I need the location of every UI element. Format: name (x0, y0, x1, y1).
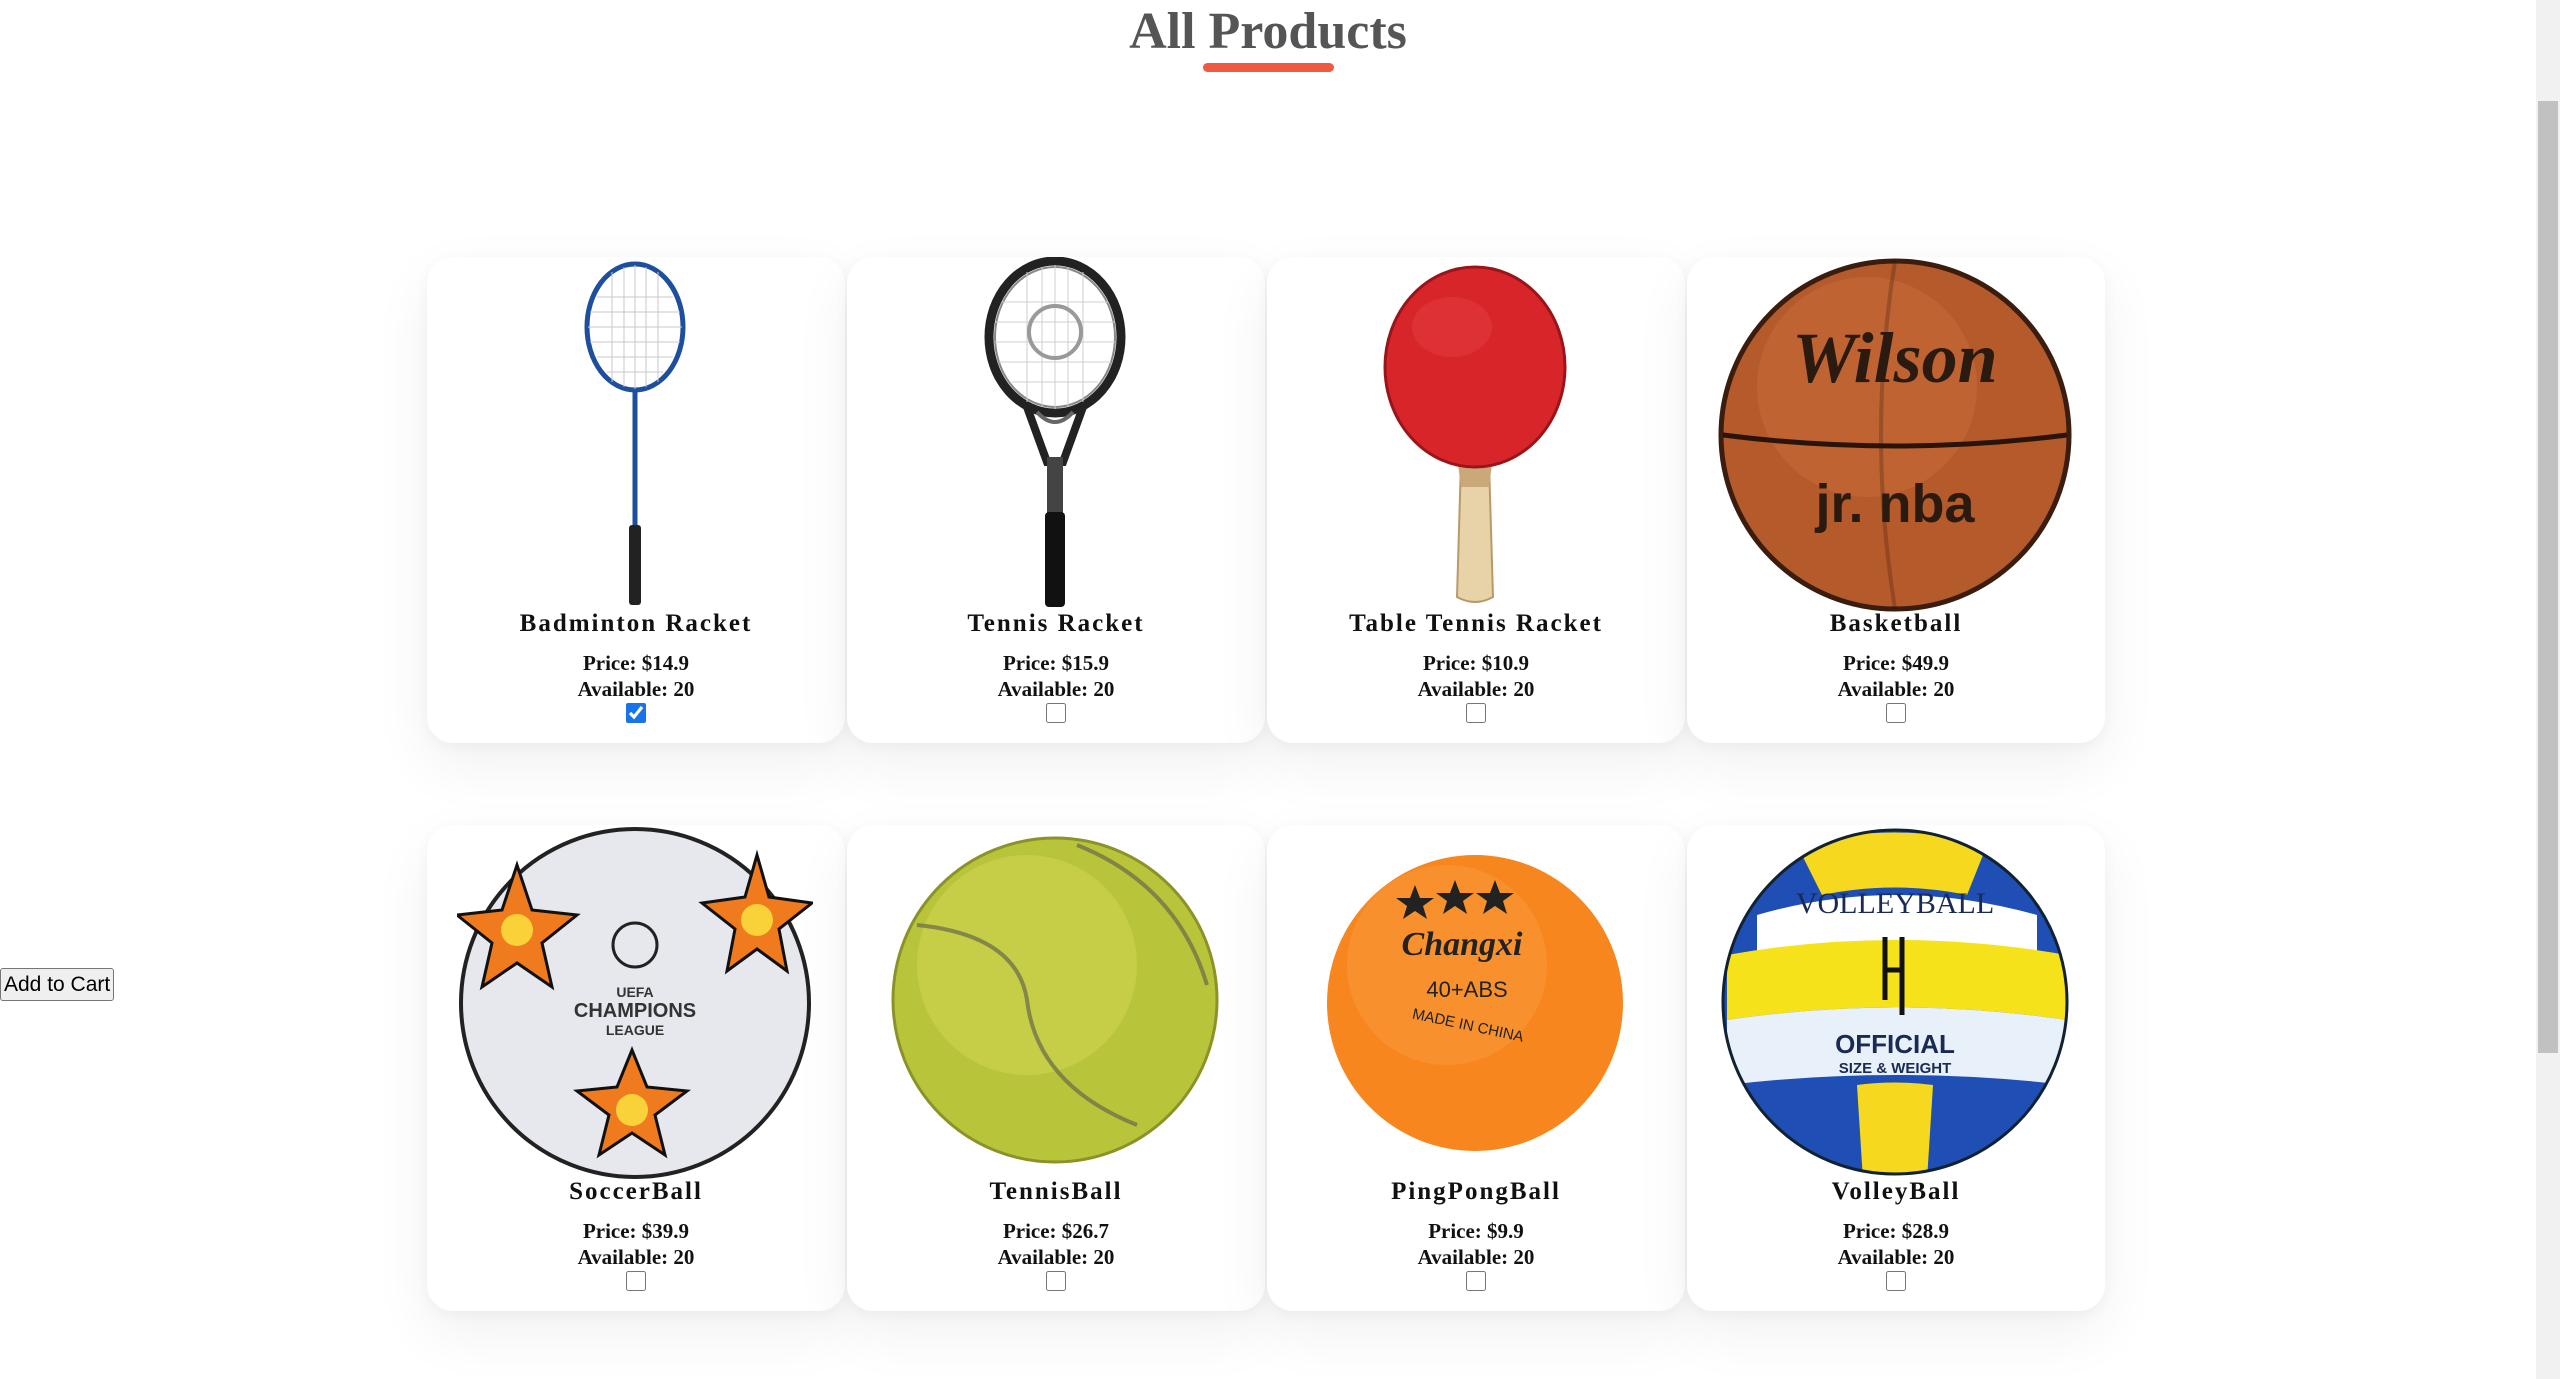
product-select-checkbox[interactable] (1886, 703, 1906, 723)
product-card: Changxi 40+ABS MADE IN CHINA PingPongBal… (1267, 825, 1685, 1311)
title-underline (1203, 63, 1334, 72)
add-to-cart-button[interactable]: Add to Cart (0, 968, 115, 1001)
product-select-checkbox[interactable] (626, 1271, 646, 1291)
product-availability: Available: 20 (577, 677, 695, 701)
basketball-icon: Wilson jr. nba (1718, 258, 2072, 612)
product-image: UEFA CHAMPIONS LEAGUE (457, 825, 813, 1180)
product-price: Price: $39.9 (582, 1219, 690, 1243)
product-card: TennisBall Price: $26.7 Available: 20 (847, 825, 1265, 1311)
product-name: Basketball (1829, 610, 1963, 637)
svg-text:Wilson: Wilson (1792, 318, 1997, 398)
product-image: Wilson jr. nba (1717, 257, 2073, 612)
badminton-racket-icon (584, 261, 686, 605)
product-image (877, 257, 1233, 612)
product-availability: Available: 20 (1837, 1245, 1955, 1269)
product-card: Wilson jr. nba Basketball Price: $49.9 A… (1687, 257, 2105, 743)
product-name: TennisBall (989, 1178, 1123, 1205)
product-image: VOLLEYBALL OFFICIAL SIZE & WEIGHT (1717, 825, 2073, 1180)
ping-pong-ball-icon: Changxi 40+ABS MADE IN CHINA (1327, 855, 1623, 1151)
product-availability: Available: 20 (997, 1245, 1115, 1269)
product-image (877, 825, 1233, 1180)
product-select-checkbox[interactable] (1046, 1271, 1066, 1291)
product-image (457, 257, 813, 612)
product-card: Table Tennis Racket Price: $10.9 Availab… (1267, 257, 1685, 743)
product-card: VOLLEYBALL OFFICIAL SIZE & WEIGHT Volley… (1687, 825, 2105, 1311)
svg-text:40+ABS: 40+ABS (1426, 977, 1507, 1002)
products-page: All Products Badminton Racket Price: $14… (0, 0, 2560, 1379)
product-select-checkbox[interactable] (1466, 703, 1486, 723)
svg-text:CHAMPIONS: CHAMPIONS (574, 1000, 696, 1022)
tennis-ball-icon (891, 836, 1219, 1164)
product-card: Badminton Racket Price: $14.9 Available:… (427, 257, 845, 743)
page-title: All Products (1129, 3, 1407, 60)
product-availability: Available: 20 (997, 677, 1115, 701)
product-availability: Available: 20 (1837, 677, 1955, 701)
product-name: VolleyBall (1831, 1178, 1961, 1205)
svg-text:UEFA: UEFA (616, 984, 653, 1000)
product-price: Price: $28.9 (1842, 1219, 1950, 1243)
product-name: PingPongBall (1391, 1178, 1561, 1205)
svg-text:SIZE & WEIGHT: SIZE & WEIGHT (1839, 1060, 1952, 1077)
product-name: Badminton Racket (519, 610, 753, 637)
product-card: Tennis Racket Price: $15.9 Available: 20 (847, 257, 1265, 743)
product-select-checkbox[interactable] (626, 703, 646, 723)
soccer-ball-icon: UEFA CHAMPIONS LEAGUE (457, 827, 813, 1179)
svg-text:jr. nba: jr. nba (1814, 474, 1975, 534)
product-image: Changxi 40+ABS MADE IN CHINA (1297, 825, 1653, 1180)
svg-text:OFFICIAL: OFFICIAL (1835, 1029, 1955, 1059)
product-select-checkbox[interactable] (1886, 1271, 1906, 1291)
product-availability: Available: 20 (577, 1245, 695, 1269)
product-availability: Available: 20 (1417, 677, 1535, 701)
product-price: Price: $14.9 (582, 651, 690, 675)
table-tennis-paddle-icon (1383, 265, 1567, 603)
product-name: Table Tennis Racket (1349, 610, 1603, 637)
product-card: UEFA CHAMPIONS LEAGUE SoccerBall Price: … (427, 825, 845, 1311)
tennis-racket-icon (984, 257, 1126, 607)
product-select-checkbox[interactable] (1466, 1271, 1486, 1291)
product-image (1297, 257, 1653, 612)
product-price: Price: $15.9 (1002, 651, 1110, 675)
svg-text:Changxi: Changxi (1402, 926, 1523, 963)
svg-text:VOLLEYBALL: VOLLEYBALL (1796, 887, 1994, 920)
product-select-checkbox[interactable] (1046, 703, 1066, 723)
product-name: SoccerBall (569, 1178, 703, 1205)
product-price: Price: $9.9 (1428, 1219, 1524, 1243)
product-price: Price: $10.9 (1422, 651, 1530, 675)
volleyball-icon: VOLLEYBALL OFFICIAL SIZE & WEIGHT (1721, 828, 2069, 1176)
product-price: Price: $26.7 (1002, 1219, 1110, 1243)
product-availability: Available: 20 (1417, 1245, 1535, 1269)
svg-text:LEAGUE: LEAGUE (606, 1022, 664, 1038)
product-price: Price: $49.9 (1842, 651, 1950, 675)
product-name: Tennis Racket (967, 610, 1145, 637)
vertical-scrollbar-thumb[interactable] (2538, 101, 2558, 1053)
